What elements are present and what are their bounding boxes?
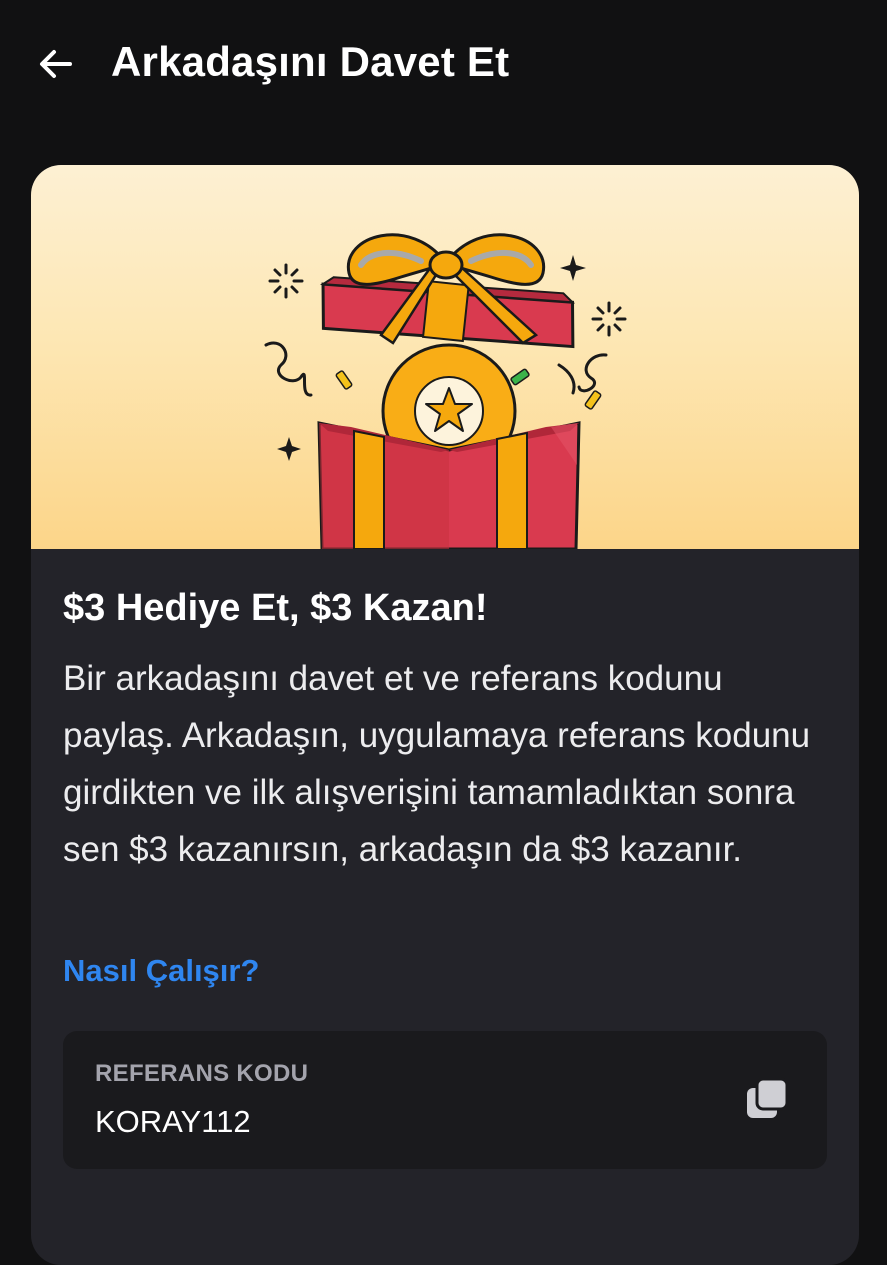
sparkle-icon: [591, 301, 627, 337]
referral-code-box: REFERANS KODU KORAY112: [63, 1031, 827, 1169]
promo-description: Bir arkadaşını davet et ve referans kodu…: [63, 659, 811, 869]
copy-icon: [747, 1077, 789, 1118]
sparkle-icon: [268, 263, 304, 299]
promo-banner: [31, 165, 859, 549]
copy-code-button[interactable]: [743, 1075, 793, 1125]
star-sparkle-icon: [560, 255, 586, 281]
referral-code-value: KORAY112: [95, 1104, 251, 1139]
referral-code-label: REFERANS KODU: [95, 1060, 309, 1087]
promo-title: $3 Hediye Et, $3 Kazan!: [63, 587, 488, 629]
app-header: Arkadaşını Davet Et: [0, 0, 887, 130]
gift-box-illustration: [264, 233, 627, 549]
how-it-works-link[interactable]: Nasıl Çalışır?: [63, 953, 259, 989]
arrow-left-icon: [40, 50, 72, 78]
back-button[interactable]: [34, 42, 78, 86]
referral-card: $3 Hediye Et, $3 Kazan! Bir arkadaşını d…: [31, 165, 859, 1265]
star-sparkle-icon: [277, 437, 301, 461]
page-title: Arkadaşını Davet Et: [111, 38, 510, 85]
